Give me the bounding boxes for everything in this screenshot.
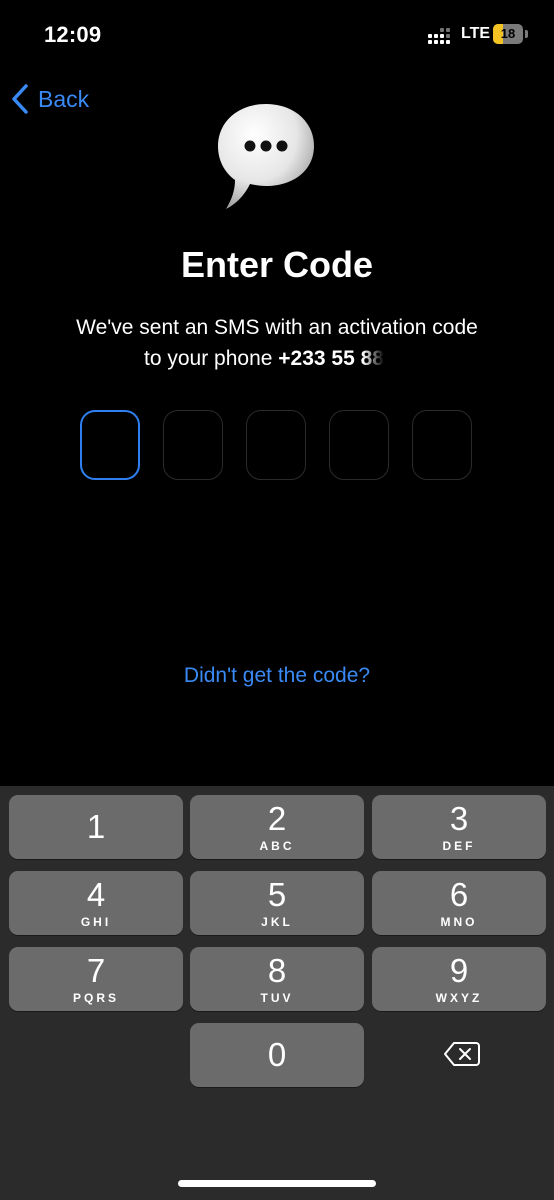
key-digit: 0 xyxy=(267,1036,287,1073)
key-digit: 3 xyxy=(449,800,469,837)
key-letters: JKL xyxy=(261,915,293,929)
resend-code-link[interactable]: Didn't get the code? xyxy=(0,664,554,688)
signal-strength-icon xyxy=(428,27,454,45)
key-digit: 6 xyxy=(449,876,469,913)
instruction-line-2: to your phone xyxy=(144,347,279,370)
back-label: Back xyxy=(38,85,90,112)
key-digit: 9 xyxy=(449,952,469,989)
key-1[interactable]: 1 xyxy=(9,795,183,859)
key-7[interactable]: 7 PQRS xyxy=(9,947,183,1011)
key-digit: 1 xyxy=(86,808,106,845)
code-digit-box[interactable] xyxy=(80,410,140,480)
key-letters: ABC xyxy=(259,839,295,853)
key-letters: MNO xyxy=(440,915,478,929)
key-digit: 8 xyxy=(267,952,287,989)
battery-icon: 18 xyxy=(493,24,523,44)
battery-terminal xyxy=(525,30,528,38)
key-digit: 4 xyxy=(86,876,106,913)
key-5[interactable]: 5 JKL xyxy=(190,871,364,935)
code-digit-box[interactable] xyxy=(246,410,306,480)
code-input-group[interactable] xyxy=(80,410,474,482)
status-bar: 12:09 LTE 18 xyxy=(0,0,554,70)
key-digit: 5 xyxy=(267,876,287,913)
home-indicator[interactable] xyxy=(178,1180,376,1187)
chevron-left-icon xyxy=(12,84,28,114)
key-3[interactable]: 3 DEF xyxy=(372,795,546,859)
key-0[interactable]: 0 xyxy=(190,1023,364,1087)
backspace-icon xyxy=(444,1042,480,1066)
key-9[interactable]: 9 WXYZ xyxy=(372,947,546,1011)
instruction-line-1: We've sent an SMS with an activation cod… xyxy=(76,316,478,339)
key-digit: 2 xyxy=(267,800,287,837)
key-letters: DEF xyxy=(442,839,476,853)
key-2[interactable]: 2 ABC xyxy=(190,795,364,859)
back-button[interactable]: Back xyxy=(10,82,89,116)
key-digit: 7 xyxy=(86,952,106,989)
delete-key[interactable] xyxy=(424,1022,500,1086)
key-6[interactable]: 6 MNO xyxy=(372,871,546,935)
battery-percentage: 18 xyxy=(500,26,516,41)
page-title: Enter Code xyxy=(180,244,374,285)
key-4[interactable]: 4 GHI xyxy=(9,871,183,935)
status-time: 12:09 xyxy=(44,22,102,47)
key-letters: TUV xyxy=(260,991,294,1005)
code-digit-box[interactable] xyxy=(329,410,389,480)
network-type: LTE xyxy=(461,25,491,42)
key-letters: WXYZ xyxy=(435,991,483,1005)
speech-bubble-icon xyxy=(218,104,314,209)
key-letters: PQRS xyxy=(72,991,119,1005)
instruction-text: We've sent an SMS with an activation cod… xyxy=(0,312,554,374)
code-digit-box[interactable] xyxy=(163,410,223,480)
key-8[interactable]: 8 TUV xyxy=(190,947,364,1011)
code-digit-box[interactable] xyxy=(412,410,472,480)
phone-number: +233 55 88 xyxy=(278,347,384,370)
key-letters: GHI xyxy=(80,915,112,929)
